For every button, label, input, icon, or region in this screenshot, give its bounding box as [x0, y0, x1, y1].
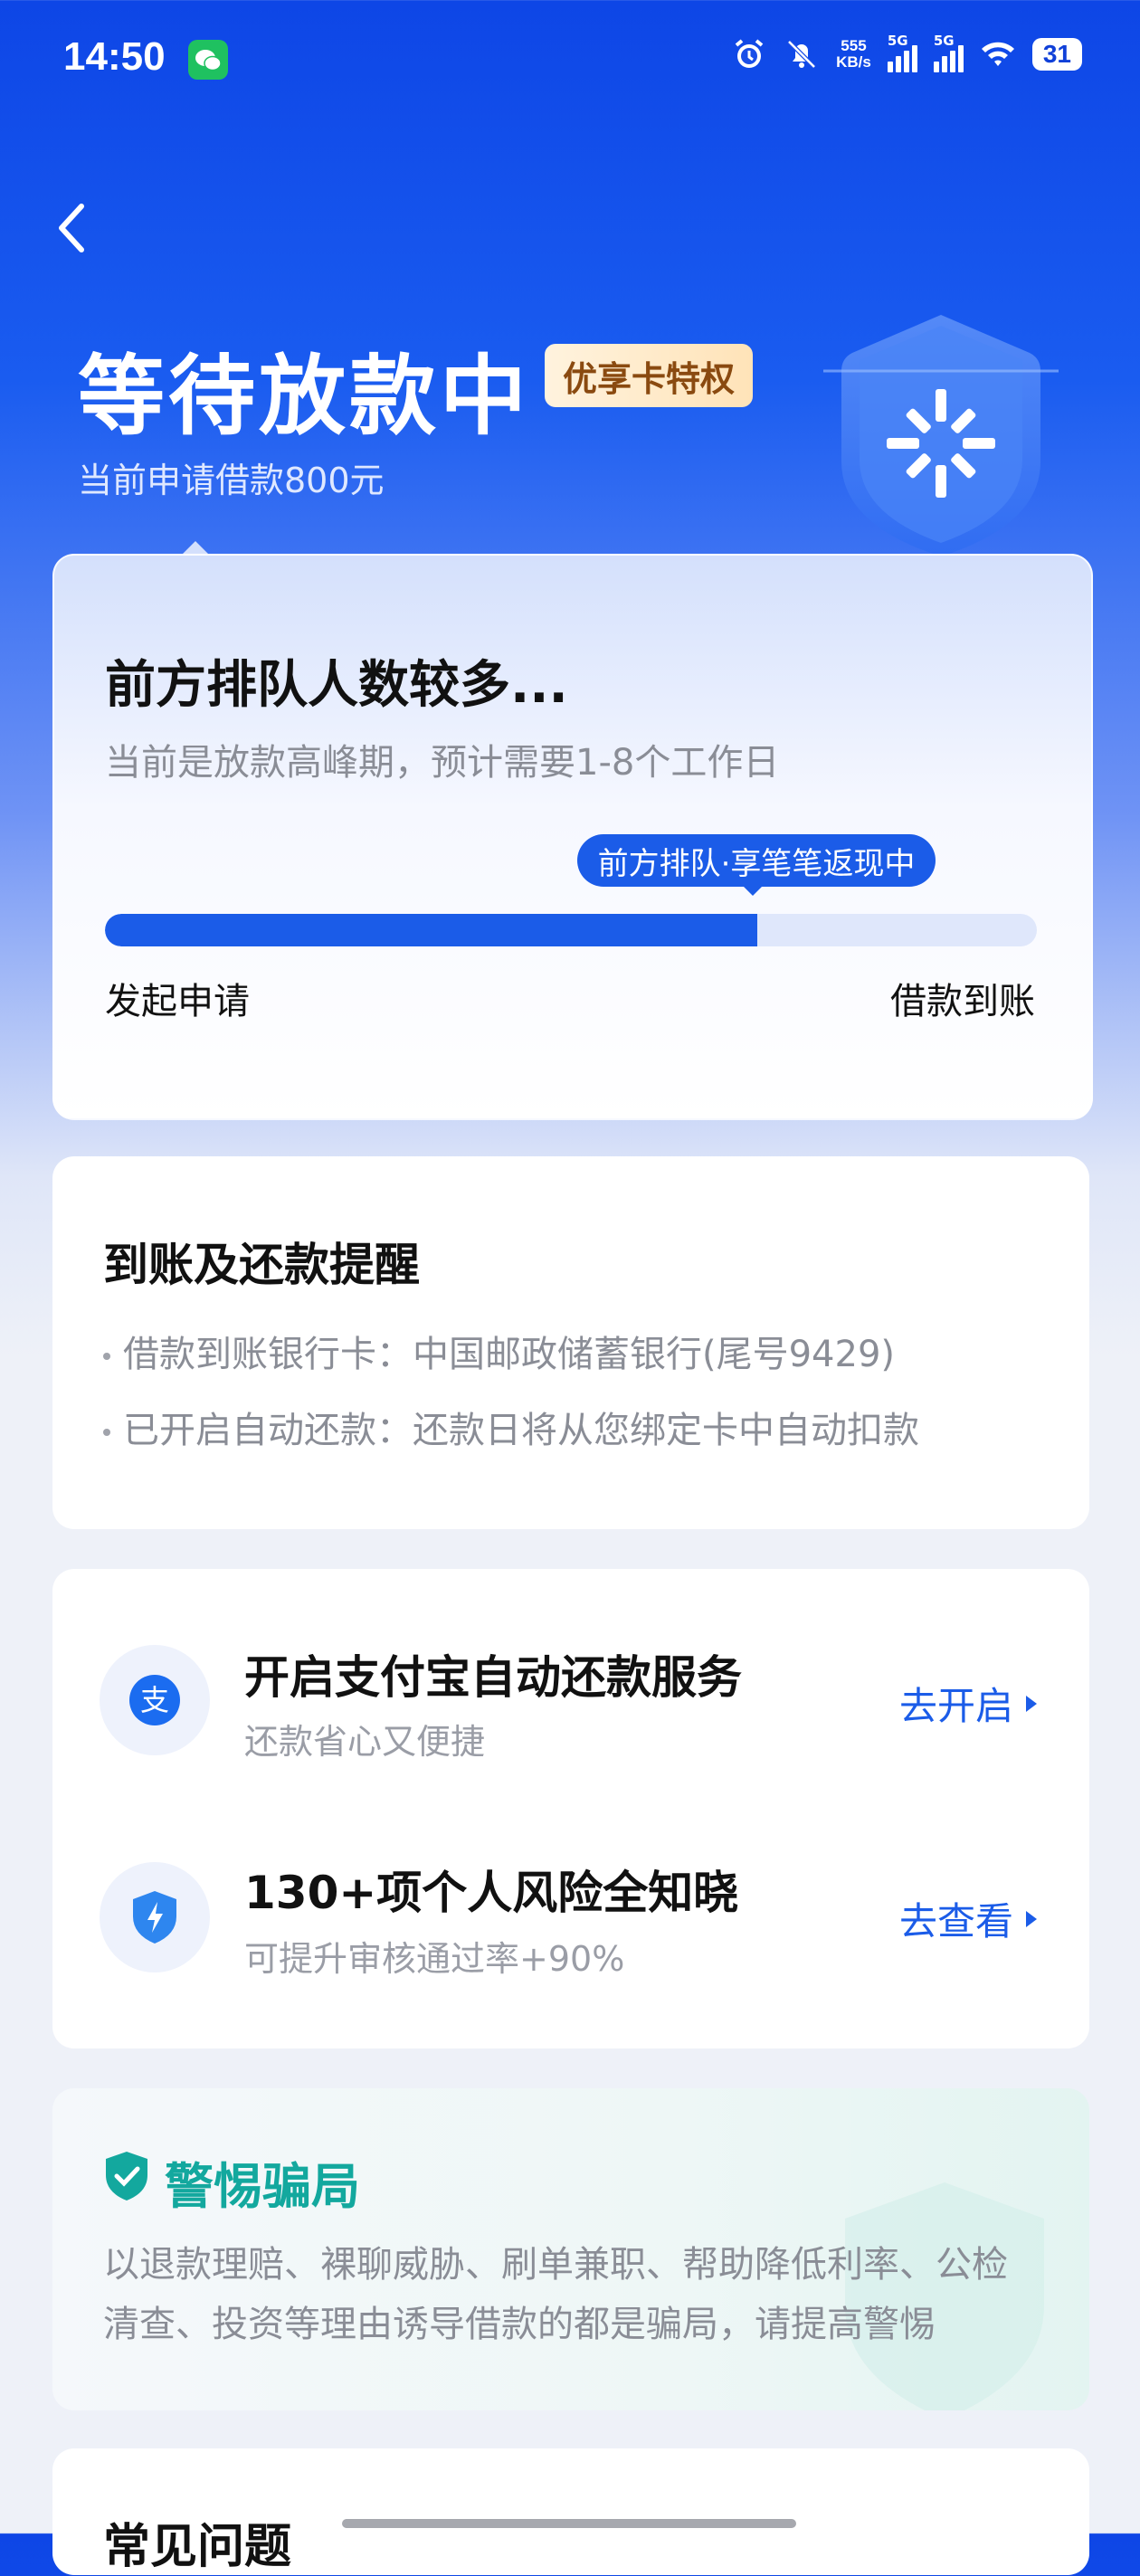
alipay-icon: 支 — [100, 1645, 210, 1755]
wifi-icon — [981, 42, 1014, 66]
caret-right-icon — [1026, 1910, 1037, 1927]
reminder-title: 到账及还款提醒 — [103, 1239, 420, 1291]
shield-check-icon — [106, 2152, 147, 2201]
bullet-dot — [103, 1353, 110, 1360]
home-indicator[interactable] — [342, 2519, 796, 2528]
mute-bell-icon — [787, 40, 816, 69]
reminder-item: 已开启自动还款：还款日将从您绑定卡中自动扣款 — [103, 1401, 919, 1453]
net-speed: 555 KB/s — [836, 37, 871, 71]
progress-start-label: 发起申请 — [105, 981, 250, 1022]
queue-status-title: 前方排队人数较多... — [105, 656, 568, 715]
reminder-item: 借款到账银行卡：中国邮政储蓄银行(尾号9429) — [103, 1325, 895, 1377]
progress-bar-fill — [105, 914, 757, 946]
view-risk-link[interactable]: 去查看 — [899, 1891, 1037, 1946]
shield-bolt-icon — [100, 1862, 210, 1972]
tooltip-arrow — [742, 885, 764, 896]
status-icons: 555 KB/s 5G 5G 31 — [731, 33, 1082, 72]
battery-indicator: 31 — [1031, 38, 1082, 71]
queue-status-description: 当前是放款高峰期，预计需要1-8个工作日 — [105, 742, 780, 784]
svg-text:支: 支 — [140, 1683, 169, 1717]
back-arrow-icon[interactable] — [52, 201, 92, 255]
faq-title: 常见问题 — [103, 2520, 292, 2574]
progress-card — [52, 554, 1093, 1120]
caret-right-icon — [1026, 1695, 1037, 1712]
service-subtitle: 可提升审核通过率+90% — [244, 1939, 625, 1979]
signal-icon: 5G — [933, 33, 964, 72]
link-label[interactable]: 去查看 — [899, 1891, 1013, 1946]
reminder-item-text: 已开启自动还款：还款日将从您绑定卡中自动扣款 — [123, 1410, 919, 1451]
reminder-item-text: 借款到账银行卡：中国邮政储蓄银行(尾号9429) — [123, 1334, 896, 1375]
bullet-dot — [103, 1429, 110, 1436]
wechat-icon — [188, 40, 228, 80]
fraud-warning-body: 以退款理赔、裸聊威胁、刷单兼职、帮助降低利率、公检清查、投资等理由诱导借款的都是… — [103, 2244, 1008, 2345]
service-title: 开启支付宝自动还款服务 — [244, 1651, 742, 1704]
page-title: 等待放款中 — [78, 346, 530, 447]
progress-end-label: 借款到账 — [890, 981, 1035, 1022]
progress-bar — [105, 914, 1037, 946]
fraud-warning-title: 警惕骗局 — [165, 2158, 360, 2215]
signal-icon: 5G — [887, 33, 917, 72]
enable-autopay-link[interactable]: 去开启 — [899, 1676, 1037, 1731]
brand-shield-icon — [823, 315, 1059, 556]
service-subtitle: 还款省心又便捷 — [244, 1722, 486, 1762]
alarm-icon — [735, 39, 764, 68]
service-title: 130+项个人风险全知晓 — [244, 1867, 739, 1919]
progress-tooltip: 前方排队·享笔笔返现中 — [577, 834, 936, 887]
privilege-badge[interactable]: 优享卡特权 — [545, 344, 753, 407]
status-time: 14:50 — [63, 34, 166, 79]
link-label[interactable]: 去开启 — [899, 1676, 1013, 1731]
loan-amount-subtitle: 当前申请借款800元 — [78, 461, 385, 500]
